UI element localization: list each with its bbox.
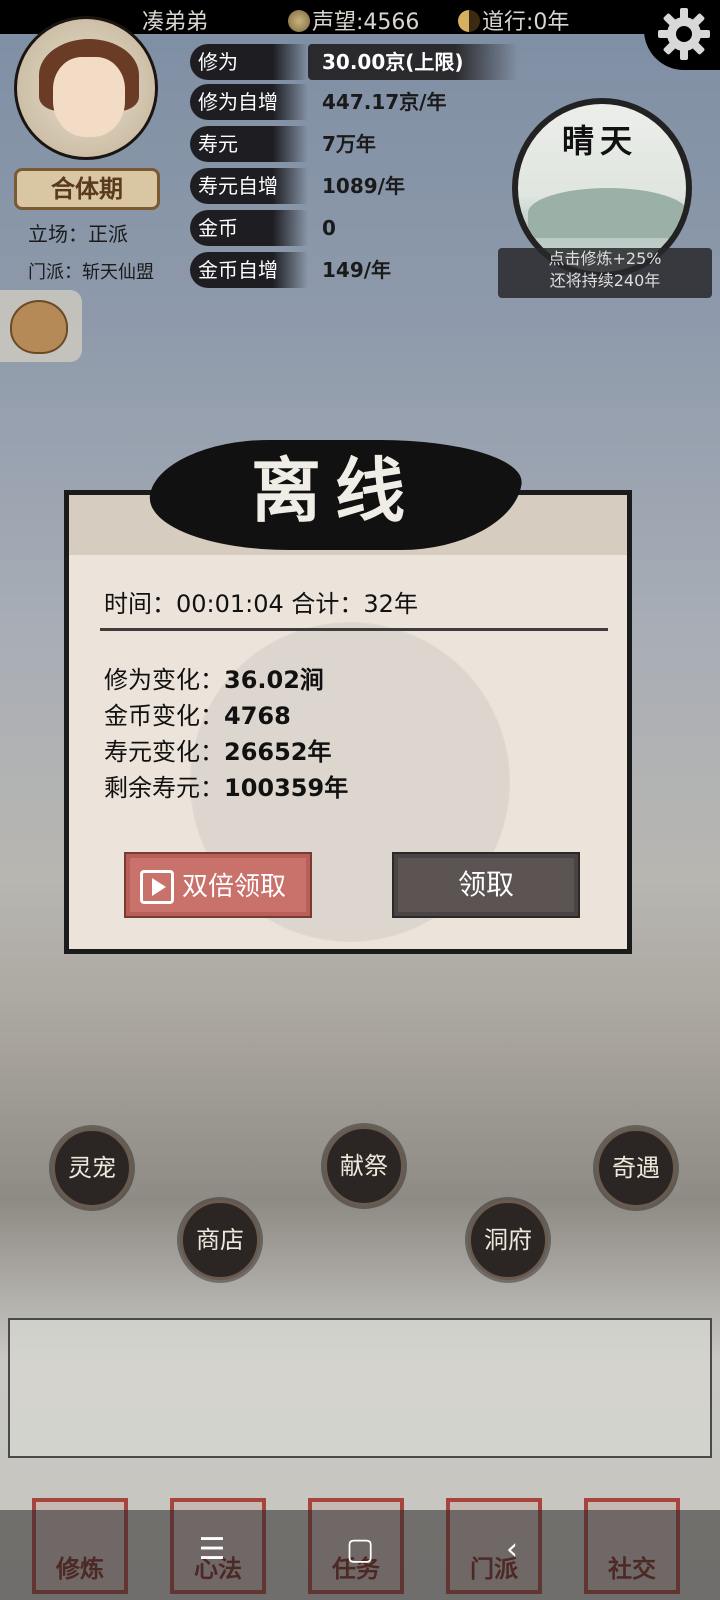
action-label: 洞府: [484, 1226, 532, 1254]
realm-label: 合体期: [51, 174, 123, 203]
gear-icon: [658, 8, 710, 60]
action-label: 灵宠: [68, 1154, 116, 1182]
stat-value: 447.17京/年: [322, 90, 447, 114]
change-row: 剩余寿元：100359年: [104, 768, 348, 803]
action-label: 奇遇: [612, 1154, 660, 1182]
change-row: 金币变化：4768: [104, 696, 291, 731]
change-row: 修为变化：36.02涧: [104, 660, 324, 695]
change-value: 36.02涧: [224, 666, 324, 694]
stat-value: 7万年: [322, 132, 376, 156]
reputation: 声望:4566: [288, 4, 419, 36]
weather-bonus: 点击修炼+25%: [548, 249, 662, 268]
double-claim-label: 双倍领取: [182, 872, 287, 902]
stance-label: 立场：正派: [28, 222, 128, 246]
menu-icon[interactable]: ☰: [192, 1530, 232, 1570]
spirit-pet-button[interactable]: 灵宠: [52, 1128, 132, 1208]
inventory-bag-button[interactable]: [0, 290, 82, 362]
daoxing: 道行:0年: [458, 4, 569, 36]
home-icon[interactable]: ▢: [340, 1530, 380, 1570]
taiji-icon: [458, 10, 480, 32]
message-panel: [8, 1318, 712, 1458]
action-label: 商店: [196, 1226, 244, 1254]
play-video-icon: [140, 870, 174, 904]
claim-label: 领取: [457, 868, 514, 901]
stat-label: 寿元: [190, 126, 308, 162]
weather-title: 晴天: [562, 122, 639, 160]
shop-button[interactable]: 商店: [180, 1200, 260, 1280]
stat-row-lifespan: 寿元 7万年: [190, 126, 510, 164]
change-value: 100359年: [224, 774, 349, 802]
stat-row-lifespan-rate: 寿元自增 1089/年: [190, 168, 510, 206]
change-label: 寿元变化：: [104, 738, 224, 766]
sacrifice-button[interactable]: 献祭: [324, 1126, 404, 1206]
stat-label: 修为自增: [190, 84, 308, 120]
dialog-title: 离线: [251, 449, 419, 532]
claim-button[interactable]: 领取: [392, 852, 580, 918]
stat-label: 金币: [190, 210, 308, 246]
offline-time-line: 时间：00:01:04 合计：32年: [104, 590, 418, 618]
stat-row-cultivation-rate: 修为自增 447.17京/年: [190, 84, 510, 122]
change-label: 修为变化：: [104, 666, 224, 694]
weather-info: 点击修炼+25% 还将持续240年: [498, 248, 712, 298]
settings-button[interactable]: [644, 0, 720, 70]
stat-label: 寿元自增: [190, 168, 308, 204]
change-value: 4768: [224, 702, 291, 730]
action-label: 献祭: [340, 1152, 388, 1180]
change-label: 剩余寿元：: [104, 774, 224, 802]
stat-row-cultivation: 修为 30.00京(上限): [190, 44, 518, 82]
player-avatar[interactable]: [14, 16, 158, 160]
change-value: 26652年: [224, 738, 332, 766]
reputation-value: 声望:4566: [312, 10, 420, 35]
stat-value: 149/年: [322, 258, 392, 282]
stat-row-gold: 金币 0: [190, 210, 510, 248]
sect-label: 门派：斩天仙盟: [28, 262, 154, 283]
change-row: 寿元变化：26652年: [104, 732, 332, 767]
stat-value: 1089/年: [322, 174, 405, 198]
stat-value: 0: [322, 216, 336, 240]
change-label: 金币变化：: [104, 702, 224, 730]
encounter-button[interactable]: 奇遇: [596, 1128, 676, 1208]
back-icon[interactable]: ‹: [492, 1530, 532, 1570]
double-claim-button[interactable]: 双倍领取: [124, 852, 312, 918]
divider: [100, 628, 608, 631]
bag-icon: [10, 300, 68, 354]
stat-row-gold-rate: 金币自增 149/年: [190, 252, 510, 290]
daoxing-value: 道行:0年: [482, 10, 570, 35]
realm-badge: 合体期: [14, 168, 160, 210]
weather-duration: 还将持续240年: [549, 271, 661, 290]
stat-label: 修为: [190, 44, 308, 80]
stat-value: 30.00京(上限): [322, 50, 464, 74]
reputation-coin-icon: [288, 10, 310, 32]
stat-label: 金币自增: [190, 252, 308, 288]
cave-button[interactable]: 洞府: [468, 1200, 548, 1280]
